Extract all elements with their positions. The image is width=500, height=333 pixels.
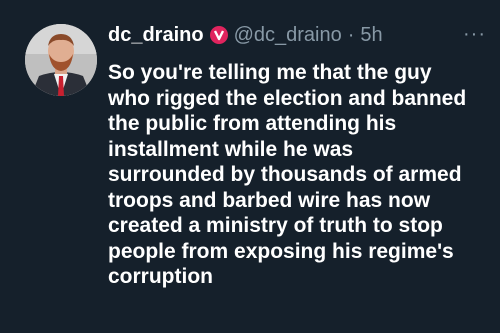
- tweet-text-line: So you're telling me that the guy: [108, 61, 432, 84]
- tweet-text-line: created a ministry of truth to stop: [108, 214, 443, 237]
- user-handle[interactable]: @dc_draino: [234, 24, 342, 47]
- tweet-text-line: troops and barbed wire has now: [108, 188, 431, 212]
- tweet-text-line: surrounded by thousands of armed: [108, 163, 462, 186]
- tweet-text-line: who rigged the election and banned: [108, 86, 467, 110]
- verified-red-v-icon: [209, 26, 228, 44]
- tweet-text: So you're telling me that the guy who ri…: [108, 60, 494, 290]
- separator-dot: ·: [347, 23, 355, 46]
- timestamp[interactable]: 5h: [360, 24, 382, 47]
- tweet-header: dc_draino @dc_draino · 5h ···: [108, 21, 486, 49]
- display-name[interactable]: dc_draino: [108, 24, 204, 47]
- avatar[interactable]: [25, 24, 97, 96]
- tweet-text-line: corruption: [108, 265, 213, 288]
- tweet[interactable]: dc_draino @dc_draino · 5h ··· So you're …: [0, 0, 500, 333]
- more-horizontal-icon[interactable]: ···: [463, 23, 486, 46]
- tweet-text-line: the public from attending his: [108, 112, 397, 135]
- tweet-text-line: people from exposing his regime's: [108, 239, 454, 263]
- tweet-text-line: installment while he was: [108, 137, 354, 161]
